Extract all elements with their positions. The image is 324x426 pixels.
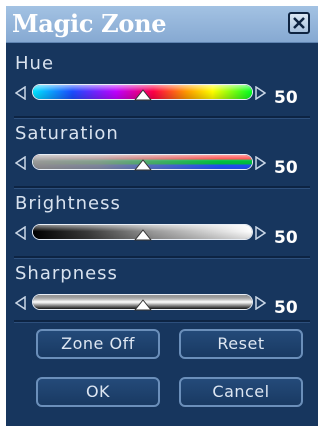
saturation-section: Saturation 50 bbox=[6, 122, 318, 188]
magic-zone-panel: Magic Zone Hue 50 Saturation 50 Brightne… bbox=[6, 6, 318, 426]
saturation-value: 50 bbox=[274, 158, 298, 178]
sharpness-decrease-arrow-icon[interactable] bbox=[15, 296, 27, 310]
ok-button[interactable]: OK bbox=[36, 377, 160, 407]
brightness-slider-handle[interactable] bbox=[133, 229, 152, 241]
hue-increase-arrow-icon[interactable] bbox=[254, 86, 266, 100]
brightness-decrease-arrow-icon[interactable] bbox=[15, 226, 27, 240]
sharpness-section: Sharpness 50 bbox=[6, 262, 318, 328]
divider bbox=[14, 320, 310, 323]
window-title: Magic Zone bbox=[12, 9, 167, 38]
sharpness-increase-arrow-icon[interactable] bbox=[254, 296, 266, 310]
sharpness-label: Sharpness bbox=[15, 263, 118, 284]
divider bbox=[14, 256, 310, 259]
close-button[interactable] bbox=[288, 12, 310, 34]
divider bbox=[14, 116, 310, 119]
saturation-label: Saturation bbox=[15, 123, 119, 144]
hue-decrease-arrow-icon[interactable] bbox=[15, 86, 27, 100]
hue-section: Hue 50 bbox=[6, 52, 318, 118]
cancel-button[interactable]: Cancel bbox=[179, 377, 303, 407]
brightness-value: 50 bbox=[274, 228, 298, 248]
hue-value: 50 bbox=[274, 88, 298, 108]
saturation-slider-handle[interactable] bbox=[133, 159, 152, 171]
saturation-decrease-arrow-icon[interactable] bbox=[15, 156, 27, 170]
reset-button[interactable]: Reset bbox=[179, 329, 303, 359]
brightness-increase-arrow-icon[interactable] bbox=[254, 226, 266, 240]
sharpness-value: 50 bbox=[274, 298, 298, 318]
hue-slider-handle[interactable] bbox=[133, 89, 152, 101]
title-bar[interactable]: Magic Zone bbox=[6, 6, 318, 43]
saturation-increase-arrow-icon[interactable] bbox=[254, 156, 266, 170]
zone-off-button[interactable]: Zone Off bbox=[36, 329, 160, 359]
close-icon bbox=[293, 17, 305, 29]
brightness-label: Brightness bbox=[15, 193, 121, 214]
hue-label: Hue bbox=[15, 53, 55, 74]
divider bbox=[14, 186, 310, 189]
brightness-section: Brightness 50 bbox=[6, 192, 318, 258]
sharpness-slider-handle[interactable] bbox=[133, 299, 152, 311]
